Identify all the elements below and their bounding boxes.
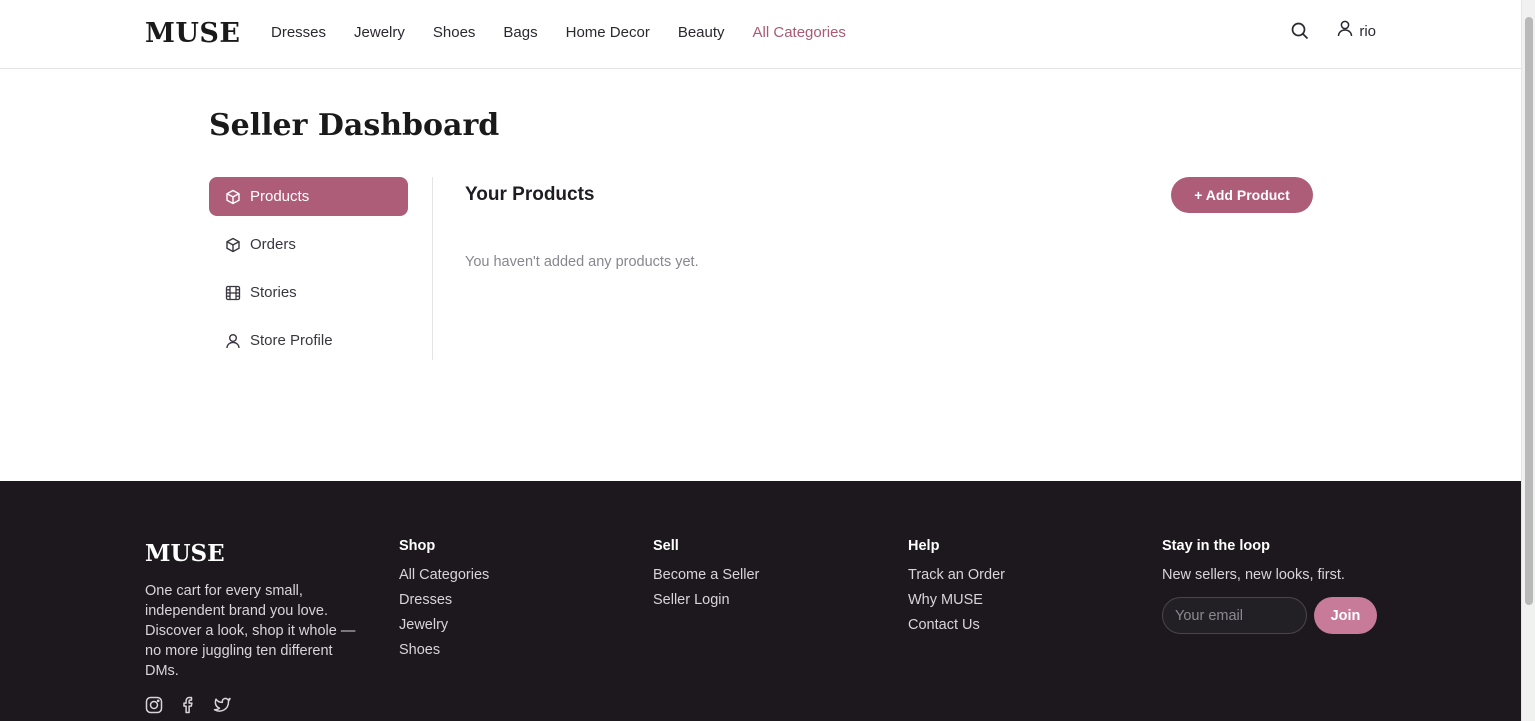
- footer-col-newsletter: Stay in the loop New sellers, new looks,…: [1162, 538, 1377, 634]
- add-product-button[interactable]: + Add Product: [1171, 177, 1313, 213]
- footer-col-sell: Sell Become a Seller Seller Login: [653, 538, 759, 617]
- facebook-icon[interactable]: [179, 696, 197, 714]
- footer-logo: MUSE: [145, 540, 225, 567]
- search-icon[interactable]: [1289, 20, 1311, 42]
- footer-link[interactable]: Seller Login: [653, 592, 759, 608]
- page-title: Seller Dashboard: [209, 108, 500, 143]
- footer-link[interactable]: Why MUSE: [908, 592, 1005, 608]
- sidebar-item-label: Orders: [250, 236, 296, 253]
- site-header: MUSE Dresses Jewelry Shoes Bags Home Dec…: [0, 0, 1521, 69]
- footer-heading: Shop: [399, 538, 436, 554]
- user-account-button[interactable]: rio: [1337, 20, 1376, 42]
- sidebar-item-store-profile[interactable]: Store Profile: [209, 321, 408, 360]
- scrollbar-thumb[interactable]: [1525, 17, 1533, 605]
- footer-col-help: Help Track an Order Why MUSE Contact Us: [908, 538, 1005, 642]
- site-footer: MUSE One cart for every small, independe…: [0, 481, 1521, 721]
- twitter-icon[interactable]: [213, 696, 231, 714]
- nav-bags[interactable]: Bags: [503, 24, 537, 41]
- social-links: [145, 696, 231, 714]
- footer-col-shop: Shop All Categories Dresses Jewelry Shoe…: [399, 538, 489, 667]
- email-field[interactable]: [1162, 597, 1307, 634]
- empty-state-message: You haven't added any products yet.: [465, 254, 699, 270]
- footer-heading: Stay in the loop: [1162, 538, 1270, 554]
- logo[interactable]: MUSE: [145, 18, 241, 49]
- header-actions: rio: [1289, 20, 1376, 42]
- film-icon: [225, 285, 241, 301]
- dashboard-sidebar: Products Orders Stories Store Profile: [209, 177, 433, 360]
- footer-link[interactable]: Jewelry: [399, 617, 489, 633]
- footer-link[interactable]: Dresses: [399, 592, 489, 608]
- footer-link[interactable]: Track an Order: [908, 567, 1005, 583]
- nav-beauty[interactable]: Beauty: [678, 24, 725, 41]
- main-nav: Dresses Jewelry Shoes Bags Home Decor Be…: [271, 24, 874, 41]
- user-icon: [1337, 20, 1353, 42]
- footer-link[interactable]: Contact Us: [908, 617, 1005, 633]
- nav-jewelry[interactable]: Jewelry: [354, 24, 405, 41]
- footer-description: One cart for every small, independent br…: [145, 583, 356, 679]
- sidebar-item-products[interactable]: Products: [209, 177, 408, 216]
- user-name: rio: [1359, 22, 1376, 40]
- newsletter-subtext: New sellers, new looks, first.: [1162, 567, 1345, 583]
- sidebar-item-label: Store Profile: [250, 332, 333, 349]
- join-button[interactable]: Join: [1314, 597, 1377, 634]
- footer-link[interactable]: All Categories: [399, 567, 489, 583]
- content-title: Your Products: [465, 184, 595, 205]
- instagram-icon[interactable]: [145, 696, 163, 714]
- page-scrollbar[interactable]: [1521, 0, 1535, 721]
- nav-home-decor[interactable]: Home Decor: [566, 24, 650, 41]
- box-icon: [225, 237, 241, 253]
- sidebar-item-stories[interactable]: Stories: [209, 273, 408, 312]
- box-icon: [225, 189, 241, 205]
- newsletter-form: Join: [1162, 597, 1377, 634]
- footer-link[interactable]: Shoes: [399, 642, 489, 658]
- nav-dresses[interactable]: Dresses: [271, 24, 326, 41]
- sidebar-item-orders[interactable]: Orders: [209, 225, 408, 264]
- footer-heading: Sell: [653, 538, 679, 554]
- footer-heading: Help: [908, 538, 940, 554]
- sidebar-item-label: Stories: [250, 284, 297, 301]
- footer-link[interactable]: Become a Seller: [653, 567, 759, 583]
- nav-shoes[interactable]: Shoes: [433, 24, 476, 41]
- nav-all-categories[interactable]: All Categories: [753, 24, 846, 41]
- user-icon: [225, 333, 241, 349]
- sidebar-item-label: Products: [250, 188, 310, 205]
